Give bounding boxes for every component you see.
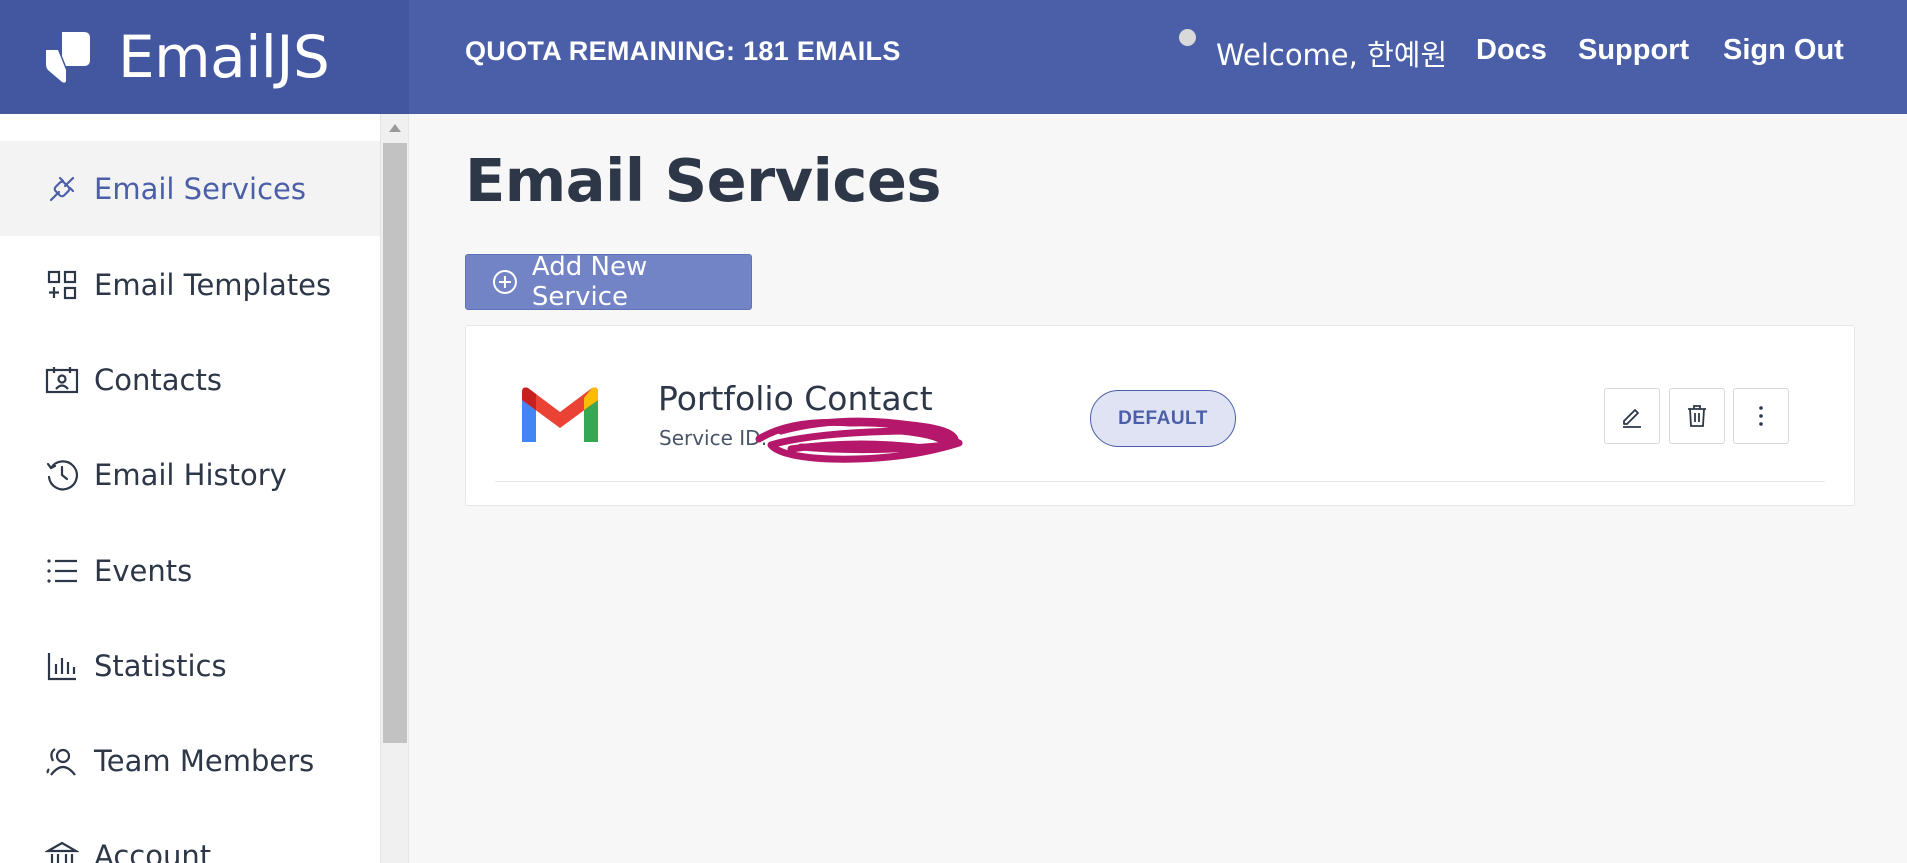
sidebar-item-label: Contacts bbox=[94, 362, 222, 397]
add-new-service-button[interactable]: Add New Service bbox=[465, 252, 752, 312]
service-card: Portfolio Contact Service ID: DEFAULT bbox=[465, 325, 1855, 506]
template-grid-icon bbox=[44, 267, 80, 303]
sidebar-item-team-members[interactable]: Team Members bbox=[0, 713, 380, 808]
brand-name: EmailJS bbox=[118, 23, 330, 91]
edit-service-button[interactable] bbox=[1604, 388, 1660, 444]
plug-icon bbox=[44, 171, 80, 207]
more-options-button[interactable] bbox=[1733, 388, 1789, 444]
sidebar-item-label: Team Members bbox=[94, 743, 315, 778]
sidebar-item-label: Email History bbox=[94, 457, 287, 492]
support-link[interactable]: Support bbox=[1578, 34, 1689, 67]
sidebar-item-label: Account bbox=[94, 838, 212, 863]
docs-link[interactable]: Docs bbox=[1476, 34, 1547, 67]
quota-remaining: QUOTA REMAINING: 181 EMAILS bbox=[465, 36, 901, 66]
sidebar-scrollbar[interactable] bbox=[380, 114, 408, 863]
sign-out-link[interactable]: Sign Out bbox=[1723, 34, 1844, 67]
welcome-message: Welcome, 한예원 bbox=[1216, 38, 1448, 72]
sidebar-item-email-history[interactable]: Email History bbox=[0, 427, 380, 522]
pencil-icon bbox=[1623, 409, 1641, 428]
sidebar-item-label: Email Templates bbox=[94, 267, 332, 302]
sidebar-item-account[interactable]: Account bbox=[0, 808, 380, 863]
trash-icon bbox=[1688, 405, 1706, 427]
default-badge: DEFAULT bbox=[1090, 390, 1236, 447]
sidebar-item-statistics[interactable]: Statistics bbox=[0, 618, 380, 713]
status-dot-icon bbox=[1179, 29, 1196, 46]
add-new-service-label: Add New Service bbox=[531, 252, 648, 312]
scrollbar-thumb[interactable] bbox=[383, 143, 407, 743]
sidebar: Email Services Email Templates Contacts … bbox=[0, 114, 380, 863]
sidebar-item-label: Statistics bbox=[94, 648, 227, 683]
sidebar-item-events[interactable]: Events bbox=[0, 523, 380, 618]
plus-circle-icon bbox=[492, 270, 517, 294]
sidebar-item-email-templates[interactable]: Email Templates bbox=[0, 237, 380, 332]
page-title: Email Services bbox=[465, 146, 941, 215]
gmail-icon bbox=[522, 387, 598, 442]
bar-chart-icon bbox=[44, 648, 80, 684]
card-divider bbox=[495, 481, 1825, 482]
sidebar-divider bbox=[408, 114, 409, 863]
sidebar-item-email-services[interactable]: Email Services bbox=[0, 141, 380, 236]
delete-service-button[interactable] bbox=[1669, 388, 1725, 444]
emailjs-logo-icon bbox=[46, 32, 90, 83]
more-vertical-icon bbox=[1759, 406, 1763, 426]
brand[interactable]: EmailJS bbox=[0, 0, 409, 114]
sidebar-item-label: Events bbox=[94, 553, 193, 588]
top-bar: EmailJS QUOTA REMAINING: 181 EMAILS Welc… bbox=[0, 0, 1907, 114]
sidebar-item-label: Email Services bbox=[94, 171, 306, 206]
clock-history-icon bbox=[44, 457, 80, 493]
list-icon bbox=[44, 553, 80, 589]
sidebar-item-contacts[interactable]: Contacts bbox=[0, 332, 380, 427]
redaction-scribble bbox=[755, 417, 963, 463]
scroll-up-arrow-icon[interactable] bbox=[389, 124, 401, 132]
bank-icon bbox=[44, 838, 80, 863]
users-icon bbox=[44, 743, 80, 779]
contact-card-icon bbox=[44, 362, 80, 398]
